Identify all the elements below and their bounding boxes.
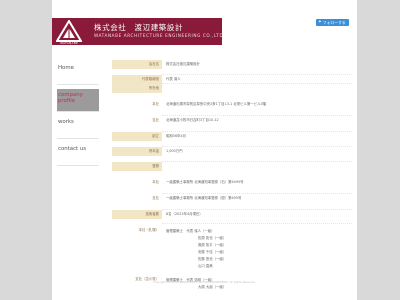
- profile-row-reg-main: 本社 一級建築士事務所 北海道知事登録（石）第4495号: [112, 178, 352, 194]
- address-value: [162, 84, 352, 100]
- company-name-jp: 株式会社 渡辺建築設計: [94, 23, 184, 32]
- staff-name: 安藤 千佳（一級）: [198, 249, 227, 254]
- profile-row-staff-main: 本社（札幌） 管理建築士 代表 達人（一級） 佐原 拓也（一級） 鳳原 拓平（一…: [112, 226, 352, 269]
- sidebar-nav: Home company profile works contact us: [57, 62, 99, 170]
- registration-label: 登録: [112, 162, 162, 171]
- capital-value: 1,000万円: [162, 147, 352, 162]
- logo-mark-icon: [56, 20, 82, 42]
- nav-works[interactable]: works: [57, 116, 99, 139]
- capital-label: 資本金: [112, 147, 162, 156]
- branch-value: 北海道苫小牧市日吉町3丁目10-12: [162, 116, 352, 132]
- staff-main-list: 管理建築士 代表 達人（一級） 佐原 拓也（一級） 鳳原 拓平（一級） 安藤 千…: [162, 226, 352, 269]
- nav-company-profile[interactable]: company profile: [57, 89, 99, 112]
- company-label: 会社名: [112, 60, 162, 69]
- profile-row-registration: 登録: [112, 162, 352, 178]
- company-profile-table: 会社名 株式会社渡辺建築設計 代表取締役 代表 達人 所在地 本社 北海道札幌市…: [112, 60, 352, 291]
- branch-label: 支社: [152, 118, 159, 122]
- address-label: 所在地: [112, 84, 162, 93]
- staff-main-label: 本社（札幌）: [138, 228, 159, 232]
- registration-value: [162, 162, 352, 178]
- profile-row-company: 会社名 株式会社渡辺建築設計: [112, 60, 352, 75]
- twitter-bird-icon: ✦: [318, 20, 322, 25]
- staff-name: 佐藤 悠也（一級）: [198, 256, 227, 261]
- company-name-en: WATANABE ARCHITECTURE ENGINEERING CO.,LT…: [94, 33, 224, 38]
- footer-copyright: Copyright 2016 WATANABE ARCHITECTURE ENG…: [153, 281, 256, 284]
- reg-branch-value: 一級建築士事務所 北海道知事登録（胆）第495号: [162, 194, 352, 210]
- main-office-label: 本社: [152, 102, 159, 106]
- staff-name: 佐原 拓也（一級）: [198, 235, 227, 240]
- profile-row-capital: 資本金 1,000万円: [112, 147, 352, 162]
- founded-value: 昭和56年4月: [162, 132, 352, 147]
- header-logo-banner[interactable]: WATANABE 株式会社 渡辺建築設計 WATANABE ARCHITECTU…: [52, 18, 224, 45]
- staff-label: 技術者数: [112, 210, 162, 219]
- nav-contact-us[interactable]: contact us: [57, 143, 99, 166]
- profile-row-rep: 代表取締役 代表 達人: [112, 75, 352, 84]
- logo-caption: WATANABE: [59, 41, 79, 45]
- staff-name: 山口 直美: [198, 263, 213, 268]
- profile-row-branch: 支社 北海道苫小牧市日吉町3丁目10-12: [112, 116, 352, 132]
- profile-row-reg-branch: 支社 一級建築士事務所 北海道知事登録（胆）第495号: [112, 194, 352, 210]
- follow-button[interactable]: ✦ フォローする: [316, 19, 349, 26]
- main-office-value: 北海道札幌市厚別区厚別中央2条1丁目13-1 北栄ビル第一ビル3階: [162, 100, 352, 116]
- staff-main-qual: 管理建築士 代表 達人（一級）: [166, 228, 352, 235]
- profile-row-address: 所在地: [112, 84, 352, 100]
- reg-main-label: 本社: [152, 180, 159, 184]
- follow-button-label: フォローする: [322, 20, 346, 25]
- reg-main-value: 一級建築士事務所 北海道知事登録（石）第4495号: [162, 178, 352, 194]
- profile-row-founded: 創立 昭和56年4月: [112, 132, 352, 147]
- rep-value: 代表 達人: [162, 75, 352, 84]
- company-value: 株式会社渡辺建築設計: [162, 60, 352, 75]
- staff-name: 鳳原 拓平（一級）: [198, 242, 227, 247]
- nav-home[interactable]: Home: [57, 62, 99, 85]
- founded-label: 創立: [112, 132, 162, 141]
- staff-main-qual-label: 管理建築士: [166, 229, 183, 233]
- rep-label: 代表取締役: [112, 75, 162, 84]
- profile-row-staff: 技術者数 8名（2023年4月現在）: [112, 210, 352, 226]
- reg-branch-label: 支社: [152, 196, 159, 200]
- staff-name: 代表 達人（一級）: [186, 229, 215, 233]
- staff-name: 大原 大起（一級）: [198, 285, 227, 290]
- profile-row-main-office: 本社 北海道札幌市厚別区厚別中央2条1丁目13-1 北栄ビル第一ビル3階: [112, 100, 352, 116]
- staff-value: 8名（2023年4月現在）: [162, 210, 352, 224]
